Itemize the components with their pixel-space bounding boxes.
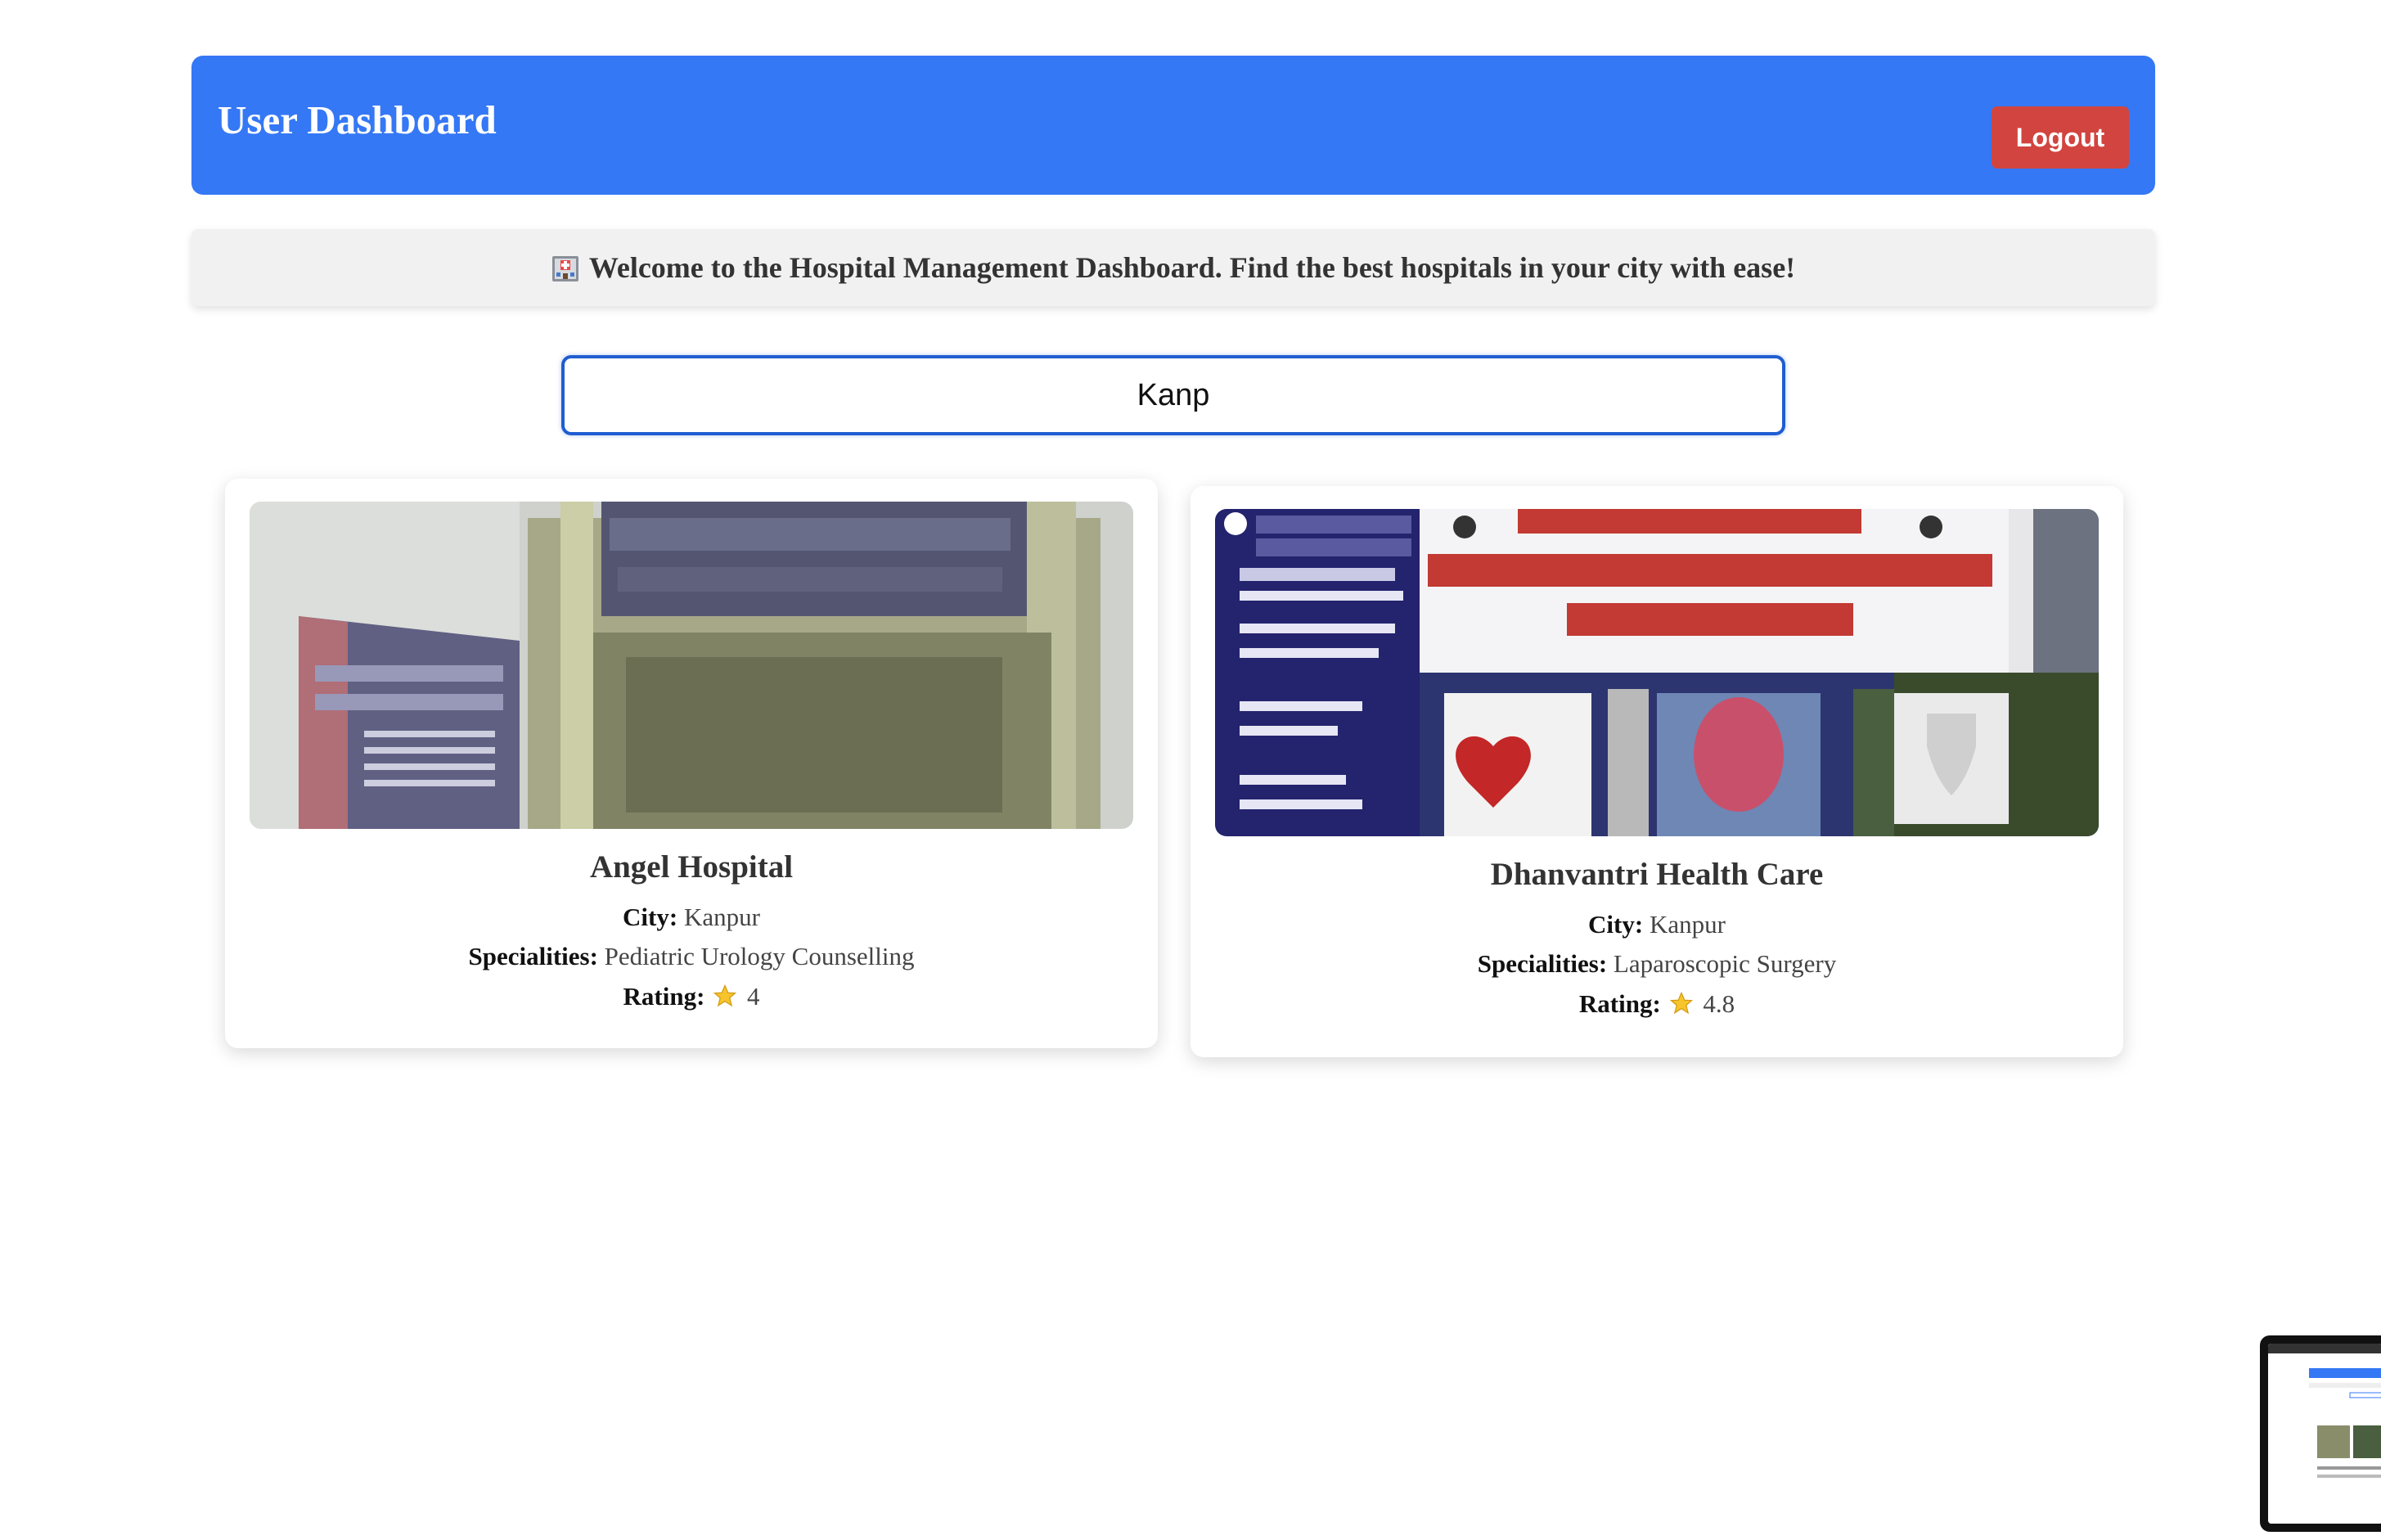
rating-value: 4 bbox=[746, 982, 760, 1011]
specialities-value: Pediatric Urology Counselling bbox=[604, 942, 915, 970]
hospital-city: City: Kanpur bbox=[1190, 910, 2123, 939]
city-value: Kanpur bbox=[683, 903, 760, 931]
search-input[interactable] bbox=[561, 355, 1785, 435]
logout-button[interactable]: Logout bbox=[1992, 106, 2129, 169]
dashboard-page: User Dashboard Logout Welcome to the Hos… bbox=[0, 0, 2381, 1540]
page-title: User Dashboard bbox=[218, 97, 497, 142]
city-value: Kanpur bbox=[1649, 910, 1726, 939]
hospital-name: Angel Hospital bbox=[589, 849, 794, 885]
hospital-card[interactable]: Dhanvantri Health Care City: Kanpur Spec… bbox=[1190, 486, 2123, 1057]
star-icon bbox=[713, 984, 737, 1015]
hospital-icon bbox=[551, 253, 579, 282]
rating-value: 4.8 bbox=[1703, 989, 1735, 1018]
hospital-specialities: Specialities: Pediatric Urology Counsell… bbox=[225, 942, 1158, 971]
star-icon bbox=[1669, 991, 1694, 1022]
hospital-image bbox=[1215, 509, 2099, 836]
welcome-text: Welcome to the Hospital Management Dashb… bbox=[588, 251, 1796, 284]
hospital-name: Dhanvantri Health Care bbox=[1490, 857, 1824, 892]
screenshot-thumbnail[interactable] bbox=[2260, 1335, 2381, 1532]
hospital-card[interactable]: Angel Hospital City: Kanpur Specialities… bbox=[225, 479, 1158, 1048]
city-label: City: bbox=[623, 903, 678, 931]
thumbnail-preview bbox=[2268, 1344, 2381, 1524]
header-bar: User Dashboard Logout bbox=[191, 56, 2155, 195]
hospital-rating: Rating: 4 bbox=[225, 982, 1158, 1015]
rating-label: Rating: bbox=[1578, 989, 1661, 1018]
specialities-label: Specialities: bbox=[1477, 949, 1608, 978]
hospital-rating: Rating: 4.8 bbox=[1190, 989, 2123, 1022]
hospital-specialities: Specialities: Laparoscopic Surgery bbox=[1190, 949, 2123, 979]
welcome-banner: Welcome to the Hospital Management Dashb… bbox=[191, 229, 2155, 306]
specialities-value: Laparoscopic Surgery bbox=[1613, 949, 1837, 978]
hospital-city: City: Kanpur bbox=[225, 903, 1158, 932]
hospital-image bbox=[250, 502, 1133, 829]
specialities-label: Specialities: bbox=[468, 942, 598, 970]
city-label: City: bbox=[1588, 910, 1644, 939]
rating-label: Rating: bbox=[623, 982, 705, 1011]
